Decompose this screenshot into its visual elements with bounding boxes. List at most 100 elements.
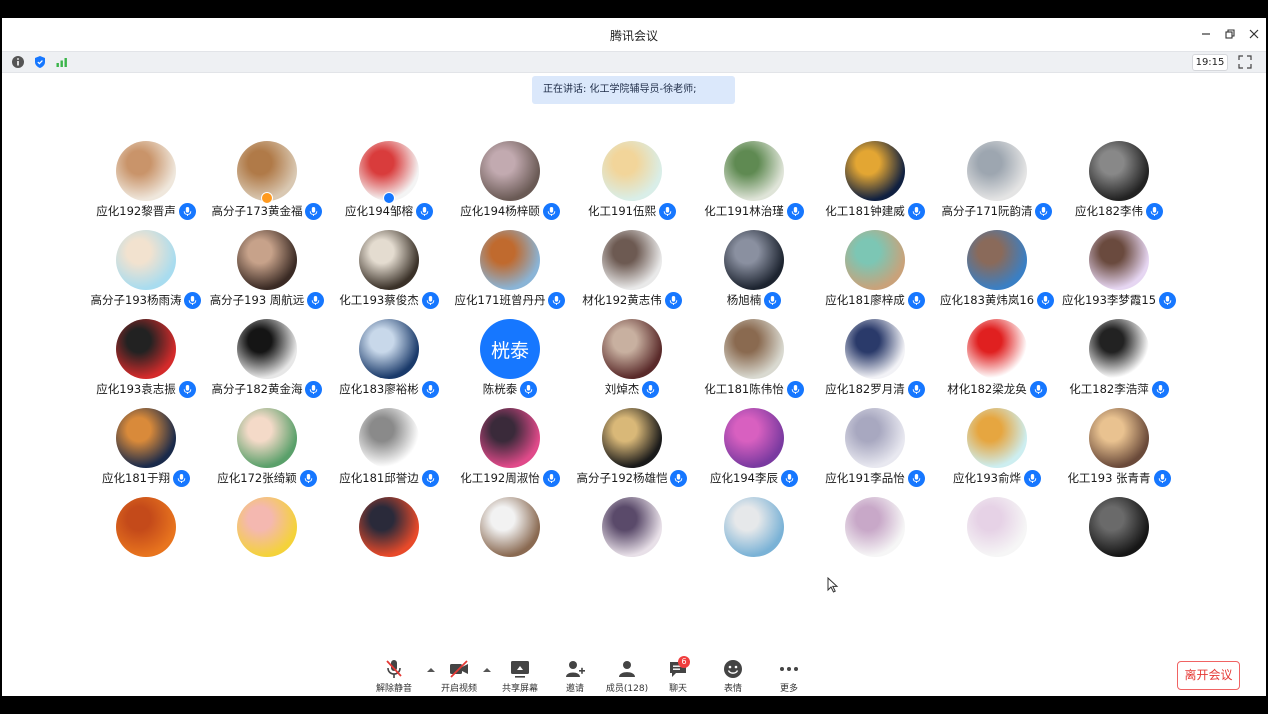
more-button[interactable]: 更多 <box>761 658 817 694</box>
participant-avatar: 桄泰 <box>480 319 540 379</box>
participant-mic-status <box>1159 291 1177 309</box>
microphone-icon <box>525 384 533 394</box>
participant-name-row: 应化182李伟 <box>1039 202 1199 220</box>
participant-name: 应化183黄炜岚16 <box>939 293 1035 307</box>
participant-name: 应化194李辰 <box>710 471 778 485</box>
invite-label: 邀请 <box>565 684 584 694</box>
smiley-face-icon <box>724 660 742 678</box>
microphone-icon <box>420 206 429 216</box>
participant-avatar-basketball-photo <box>602 319 662 379</box>
participant-avatar-girl-photo <box>359 230 419 290</box>
meeting-window: 腾讯会议 19:15 正在讲话: 化工学院辅导员-徐老师; 应化192黎晋声 高分… <box>2 18 1266 696</box>
members-icon <box>619 661 635 677</box>
participant-tile[interactable] <box>694 497 814 579</box>
participant-avatar-sunset-photo <box>116 497 176 557</box>
more-dots-icon <box>780 667 798 671</box>
participant-avatar-rabbit-sketch <box>359 408 419 468</box>
participant-avatar-dog-photo <box>116 141 176 201</box>
participant-name: 材化182梁龙奂 <box>947 382 1027 396</box>
screen: 腾讯会议 19:15 正在讲话: 化工学院辅导员-徐老师; 应化192黎晋声 高分… <box>0 0 1268 714</box>
meeting-toolbar: 解除静音 开启视频 共享屏幕 邀请 成员(128) 6 聊天 表情 更多 <box>2 648 1266 696</box>
participant-avatar-sky-photo <box>359 319 419 379</box>
participant-name: 应化193袁志振 <box>96 382 176 396</box>
participant-name: 应化194杨梓颐 <box>460 204 540 218</box>
participant-tile[interactable]: 化工182李浩萍 <box>1059 319 1179 401</box>
participant-tile[interactable] <box>207 497 327 579</box>
microphone-icon <box>647 384 655 394</box>
participant-tile[interactable] <box>450 497 570 579</box>
share-screen-label: 共享屏幕 <box>501 684 538 694</box>
participant-name: 化工193 张青青 <box>1067 471 1151 485</box>
reactions-button[interactable]: 表情 <box>705 658 761 694</box>
microphone-icon <box>785 473 794 483</box>
participant-name: 化工193蔡俊杰 <box>339 293 419 307</box>
participant-name: 应化192黎晋声 <box>96 204 176 218</box>
participant-avatar-girl-illustration <box>602 141 662 201</box>
participant-tile[interactable]: 应化193李梦霞15 <box>1059 230 1179 312</box>
participant-name: 应化194邹榕 <box>345 204 413 218</box>
participant-avatar-anime-girl <box>237 497 297 557</box>
video-options-caret-icon[interactable] <box>482 666 492 674</box>
participant-name: 高分子193杨雨涛 <box>90 293 182 307</box>
participant-name: 化工181钟建威 <box>825 204 905 218</box>
participant-name: 应化182罗月清 <box>825 382 905 396</box>
participant-mic-status <box>1145 202 1163 220</box>
participant-tile[interactable] <box>937 497 1057 579</box>
participant-name: 应化182李伟 <box>1075 204 1143 218</box>
start-video-button[interactable]: 开启视频 <box>431 658 487 694</box>
participant-name: 化工182李浩萍 <box>1069 382 1149 396</box>
reactions-label: 表情 <box>723 684 742 694</box>
participant-name-row: 化工182李浩萍 <box>1039 380 1199 398</box>
participant-avatar-beach-photo <box>724 497 784 557</box>
participant-avatar-anime-sketch <box>967 497 1027 557</box>
microphone-icon <box>1163 295 1172 305</box>
participant-name: 应化181邱誉边 <box>339 471 419 485</box>
participant-name: 化工191伍熙 <box>588 204 656 218</box>
invite-button[interactable]: 邀请 <box>547 658 603 694</box>
participant-avatar-woman-photo <box>724 319 784 379</box>
participant-avatar-anime-boy <box>116 230 176 290</box>
participant-tile[interactable] <box>329 497 449 579</box>
start-video-label: 开启视频 <box>440 684 477 694</box>
participant-avatar-fox-cartoon <box>967 408 1027 468</box>
participant-avatar-anime-boy <box>359 497 419 557</box>
participant-mic-status <box>642 380 660 398</box>
participant-tile[interactable] <box>86 497 206 579</box>
participant-name-row: 化工193 张青青 <box>1039 469 1199 487</box>
participant-name: 应化191李品怡 <box>825 471 905 485</box>
participant-tile[interactable]: 化工193 张青青 <box>1059 408 1179 490</box>
unread-chat-badge: 6 <box>678 656 690 668</box>
chat-button[interactable]: 6 聊天 <box>650 656 706 694</box>
participant-tile[interactable] <box>815 497 935 579</box>
participant-avatar-dog-photo <box>1089 408 1149 468</box>
leave-meeting-button[interactable]: 离开会议 <box>1177 661 1240 690</box>
participant-name: 化工181陈伟怡 <box>704 382 784 396</box>
participant-avatar-dark-portrait <box>724 230 784 290</box>
participant-name: 材化192黄志伟 <box>582 293 662 307</box>
participant-avatar-cartoon-bear <box>967 230 1027 290</box>
microphone-icon <box>177 473 186 483</box>
participant-avatar-frog-toy <box>724 141 784 201</box>
microphone-icon <box>1156 384 1164 394</box>
participant-mic-status <box>1151 380 1169 398</box>
participant-name: 刘焯杰 <box>604 382 640 396</box>
participant-avatar-collage-photo <box>480 141 540 201</box>
members-button[interactable]: 成员(128) <box>599 658 655 694</box>
participant-avatar-dog-photo <box>116 408 176 468</box>
share-screen-button[interactable]: 共享屏幕 <box>492 658 548 694</box>
participant-tile[interactable] <box>572 497 692 579</box>
participant-name: 陈桄泰 <box>482 382 518 396</box>
participant-name: 化工191林治瑾 <box>704 204 784 218</box>
participant-avatar-girl-pink <box>480 408 540 468</box>
microphone-icon <box>1150 206 1159 216</box>
participant-avatar-panda-photo <box>237 319 297 379</box>
microphone-icon <box>663 206 672 216</box>
unmute-button[interactable]: 解除静音 <box>366 658 422 694</box>
participant-tile[interactable]: 应化182李伟 <box>1059 141 1179 223</box>
participant-name-row: 应化193李梦霞15 <box>1039 291 1199 309</box>
participant-name: 杨旭楠 <box>726 293 762 307</box>
participant-name: 应化181于翔 <box>102 471 170 485</box>
unmute-label: 解除静音 <box>375 684 412 694</box>
participant-avatar-night-scene <box>845 141 905 201</box>
participant-tile[interactable] <box>1059 497 1179 579</box>
